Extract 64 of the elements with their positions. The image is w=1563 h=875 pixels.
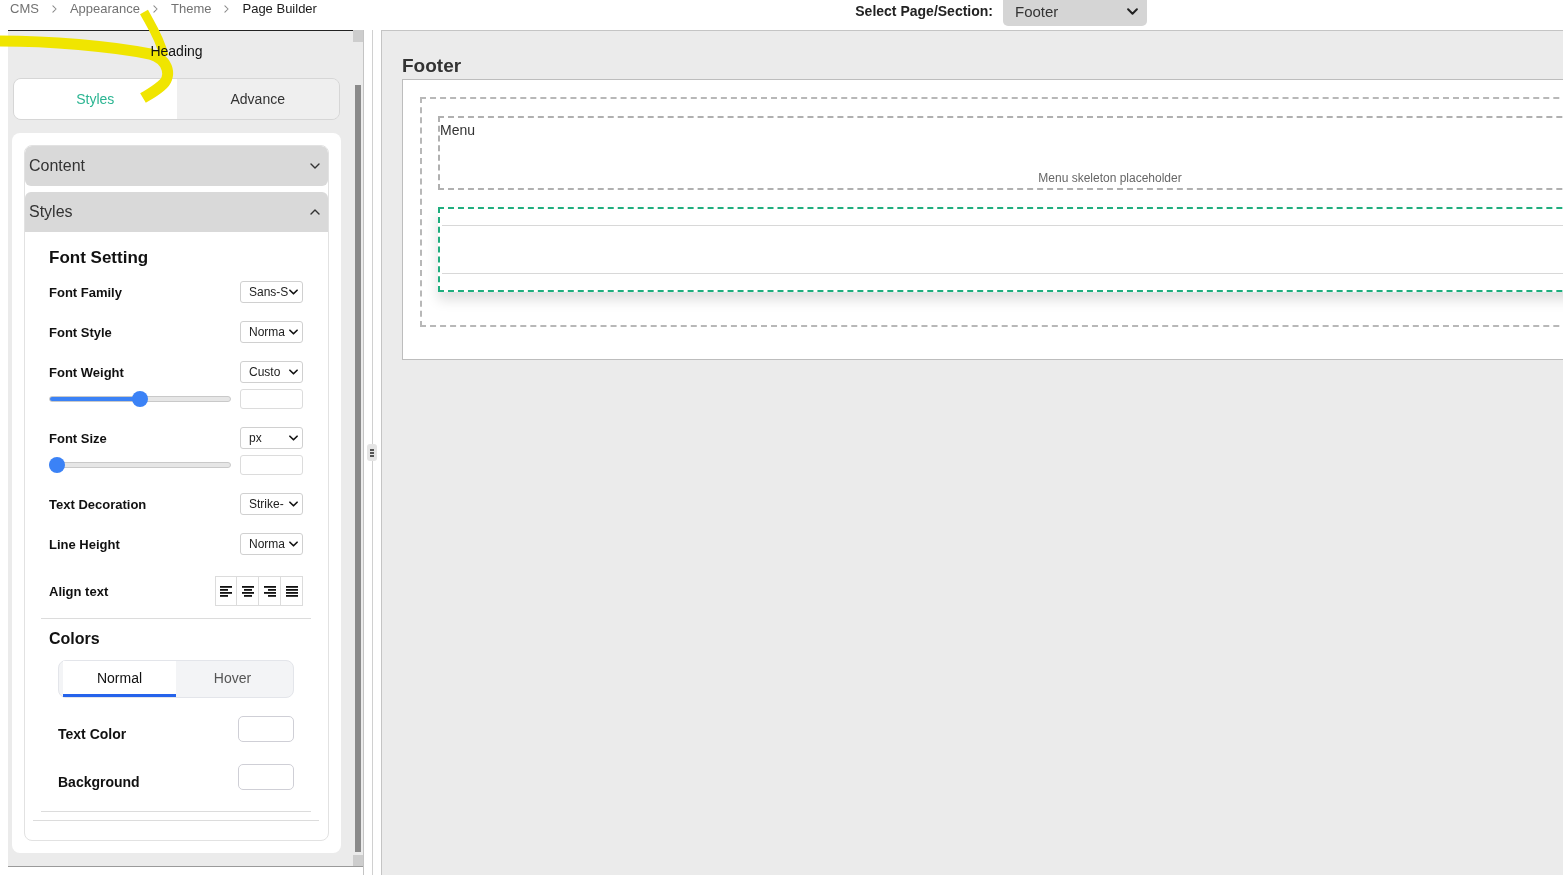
accordion-header[interactable]: Content <box>25 146 328 186</box>
slider-track[interactable] <box>49 391 231 407</box>
color-swatch[interactable] <box>238 716 294 742</box>
chevron-down-icon <box>310 163 320 169</box>
dropdown[interactable]: px <box>240 427 303 449</box>
align-left-icon <box>220 585 232 597</box>
number-input[interactable] <box>240 389 303 409</box>
align-justify-icon <box>285 585 298 597</box>
align-center-button[interactable] <box>237 576 259 606</box>
align-center-icon <box>241 585 254 597</box>
page-dropdown[interactable]: Footer <box>1003 0 1147 26</box>
chevron-down-icon <box>289 541 298 547</box>
field-label: Line Height <box>49 536 120 552</box>
section-title: Footer <box>402 54 463 78</box>
accordion-header[interactable]: Styles <box>25 192 328 232</box>
grip-icon <box>370 448 374 457</box>
state-tab[interactable]: Normal <box>63 661 176 697</box>
field-label: Font Family <box>49 284 122 300</box>
dropdown[interactable]: Sans-S <box>240 281 303 303</box>
dropdown[interactable]: Strike- <box>240 493 303 515</box>
slider-thumb[interactable] <box>132 391 148 407</box>
align-right-button[interactable] <box>259 576 281 606</box>
slider-track[interactable] <box>49 457 231 473</box>
chevron-right-icon <box>51 5 57 13</box>
dropdown[interactable]: Norma <box>240 533 303 555</box>
dropdown[interactable]: Custo <box>240 361 303 383</box>
field-label: Font Style <box>49 324 112 340</box>
menu-block[interactable]: Menu Menu skeleton placeholder <box>438 116 1563 190</box>
field-label: Align text <box>49 583 109 599</box>
dropdown[interactable]: Norma <box>240 321 303 343</box>
breadcrumb-link[interactable]: Theme <box>171 1 212 17</box>
resize-handle[interactable] <box>367 444 377 461</box>
chevron-down-icon <box>289 435 298 441</box>
state-tab[interactable]: Hover <box>176 661 289 697</box>
select-label: Select Page/Section: <box>855 3 993 19</box>
field-label: Text Decoration <box>49 496 147 512</box>
number-input[interactable] <box>240 455 303 475</box>
block-label: Menu <box>440 121 476 139</box>
breadcrumb-link[interactable]: CMS <box>10 1 39 17</box>
chevron-down-icon <box>289 289 298 295</box>
chevron-down-icon <box>1127 7 1138 15</box>
field-label: Text Color <box>58 726 127 742</box>
content-block[interactable] <box>438 207 1563 292</box>
chevron-down-icon <box>289 501 298 507</box>
align-left-button[interactable] <box>215 576 237 606</box>
scrollbar-thumb[interactable] <box>355 85 361 852</box>
breadcrumb-link[interactable]: Appearance <box>69 1 140 17</box>
chevron-down-icon <box>289 369 298 375</box>
group-title: Font Setting <box>49 247 150 269</box>
align-justify-button[interactable] <box>281 576 303 606</box>
color-swatch[interactable] <box>238 764 294 790</box>
field-label: Font Weight <box>49 364 124 380</box>
chevron-up-icon <box>310 209 320 215</box>
field-label: Background <box>58 774 140 790</box>
chevron-right-icon <box>224 5 230 13</box>
slider-thumb[interactable] <box>49 457 65 473</box>
panel-tab[interactable]: Advance <box>176 79 339 119</box>
chevron-right-icon <box>153 5 158 13</box>
breadcrumb-current: Page Builder <box>242 1 317 17</box>
align-right-icon <box>263 585 276 597</box>
chevron-down-icon <box>289 329 298 335</box>
skeleton-text: Menu skeleton placeholder <box>1038 171 1182 186</box>
group-title: Colors <box>49 629 101 649</box>
field-label: Font Size <box>49 430 107 446</box>
